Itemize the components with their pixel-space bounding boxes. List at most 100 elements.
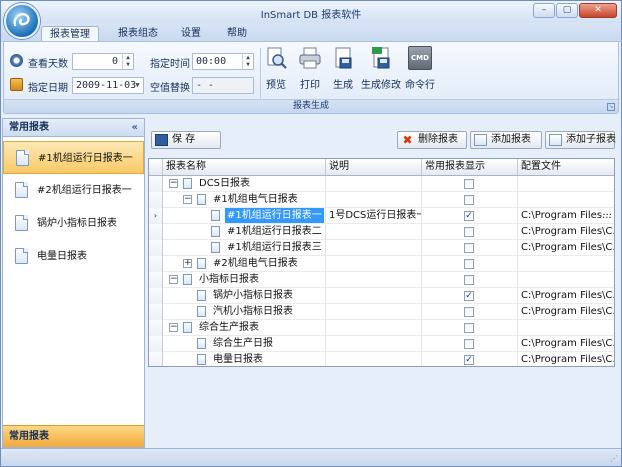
close-button[interactable]: ✕ xyxy=(579,3,617,18)
favorite-checkbox[interactable] xyxy=(464,339,474,349)
cell-config-file[interactable] xyxy=(518,256,614,272)
favorite-checkbox[interactable] xyxy=(464,195,474,205)
table-row[interactable]: #1机组运行日报表二 C:\Program Files\C... xyxy=(149,224,614,240)
tab-help[interactable]: 帮助 xyxy=(219,26,255,42)
app-logo-icon[interactable] xyxy=(4,3,40,39)
cell-description[interactable]: 1号DCS运行日报表一 xyxy=(326,208,422,224)
favorite-checkbox[interactable] xyxy=(464,259,474,269)
collapse-node-icon[interactable]: − xyxy=(183,195,192,204)
tab-report-config[interactable]: 报表组态 xyxy=(109,26,167,42)
cell-report-name[interactable]: 电量日报表 xyxy=(163,352,326,366)
collapse-icon[interactable]: « xyxy=(132,119,138,136)
table-row[interactable]: − DCS日报表 xyxy=(149,176,614,192)
cell-description[interactable] xyxy=(326,224,422,240)
table-row[interactable]: 综合生产日报 C:\Program Files\C... xyxy=(149,336,614,352)
delete-report-button[interactable]: ✖ 删除报表 xyxy=(397,131,467,149)
row-header[interactable] xyxy=(149,256,163,272)
favorite-checkbox[interactable]: ✓ xyxy=(464,211,474,221)
row-header[interactable] xyxy=(149,224,163,240)
tab-settings[interactable]: 设置 xyxy=(173,26,209,42)
query-days-stepper[interactable]: 0 ▲ ▼ xyxy=(72,53,134,70)
add-child-report-button[interactable]: 添加子报表 xyxy=(545,131,616,149)
favorite-item-3[interactable]: 锅炉小指标日报表 xyxy=(3,207,144,240)
collapse-node-icon[interactable]: − xyxy=(169,323,178,332)
row-header[interactable] xyxy=(149,288,163,304)
minimize-button[interactable]: – xyxy=(533,3,555,18)
column-header-favorite[interactable]: 常用报表显示 xyxy=(422,159,518,175)
cell-description[interactable] xyxy=(326,336,422,352)
cell-config-file[interactable]: C:\Program Files\C... xyxy=(518,288,614,304)
row-header[interactable] xyxy=(149,272,163,288)
row-header[interactable] xyxy=(149,240,163,256)
row-header[interactable] xyxy=(149,304,163,320)
spin-arrows-icon[interactable]: ▲ ▼ xyxy=(242,54,253,69)
print-button[interactable]: 打印 xyxy=(297,46,323,98)
cell-config-file[interactable] xyxy=(518,320,614,336)
table-row[interactable]: 锅炉小指标日报表 ✓ C:\Program Files\C... xyxy=(149,288,614,304)
resize-grip-icon[interactable]: ⋰ xyxy=(608,454,618,464)
table-row[interactable]: + #2机组电气日报表 xyxy=(149,256,614,272)
cell-report-name[interactable]: − #1机组电气日报表 xyxy=(163,192,326,208)
browse-ellipsis-button[interactable]: ··· xyxy=(602,208,612,223)
column-header-config[interactable]: 配置文件 xyxy=(518,159,614,175)
cell-config-file[interactable]: C:\Program Files\C... xyxy=(518,352,614,366)
cell-report-name[interactable]: #1机组运行日报表一 xyxy=(163,208,326,224)
save-button[interactable]: 保 存 xyxy=(151,131,221,149)
favorite-checkbox[interactable] xyxy=(464,275,474,285)
cell-report-name[interactable]: #1机组运行日报表三 xyxy=(163,240,326,256)
table-row[interactable]: 汽机小指标日报表 C:\Program Files\C... xyxy=(149,304,614,320)
collapse-node-icon[interactable]: − xyxy=(169,275,178,284)
cell-config-file[interactable]: C:\Program Files... ··· xyxy=(518,208,614,224)
favorite-checkbox[interactable] xyxy=(464,307,474,317)
favorite-item-2[interactable]: #2机组运行日报表一 xyxy=(3,174,144,207)
chevron-down-icon[interactable]: ▼ xyxy=(132,78,143,93)
time-stepper[interactable]: 00:00 ▲ ▼ xyxy=(192,53,254,70)
cell-report-name[interactable]: 汽机小指标日报表 xyxy=(163,304,326,320)
favorite-item-4[interactable]: 电量日报表 xyxy=(3,240,144,273)
table-row[interactable]: › #1机组运行日报表一 1号DCS运行日报表一 ✓ C:\Program Files.… xyxy=(149,208,614,224)
favorite-checkbox[interactable] xyxy=(464,243,474,253)
command-line-button[interactable]: CMD 命令行 xyxy=(404,46,436,98)
cell-description[interactable] xyxy=(326,288,422,304)
row-header[interactable] xyxy=(149,176,163,192)
favorite-checkbox[interactable] xyxy=(464,323,474,333)
table-row[interactable]: 电量日报表 ✓ C:\Program Files\C... xyxy=(149,352,614,366)
cell-description[interactable] xyxy=(326,304,422,320)
spin-arrows-icon[interactable]: ▲ ▼ xyxy=(122,54,133,69)
cell-report-name[interactable]: − 综合生产报表 xyxy=(163,320,326,336)
cell-description[interactable] xyxy=(326,256,422,272)
favorite-checkbox[interactable]: ✓ xyxy=(464,355,474,365)
cell-config-file[interactable]: C:\Program Files\C... xyxy=(518,224,614,240)
table-row[interactable]: − #1机组电气日报表 xyxy=(149,192,614,208)
cell-report-name[interactable]: − 小指标日报表 xyxy=(163,272,326,288)
cell-config-file[interactable] xyxy=(518,192,614,208)
cell-description[interactable] xyxy=(326,192,422,208)
row-header[interactable] xyxy=(149,192,163,208)
table-row[interactable]: − 综合生产报表 xyxy=(149,320,614,336)
cell-config-file[interactable]: C:\Program Files\C... xyxy=(518,336,614,352)
add-report-button[interactable]: 添加报表 xyxy=(470,131,542,149)
date-picker[interactable]: 2009-11-03 ▼ xyxy=(72,77,144,94)
cell-report-name[interactable]: 综合生产日报 xyxy=(163,336,326,352)
cell-report-name[interactable]: #1机组运行日报表二 xyxy=(163,224,326,240)
cell-config-file[interactable]: C:\Program Files\C... xyxy=(518,304,614,320)
expand-node-icon[interactable]: + xyxy=(183,259,192,268)
maximize-button[interactable]: ▢ xyxy=(556,3,578,18)
cell-report-name[interactable]: + #2机组电气日报表 xyxy=(163,256,326,272)
collapse-node-icon[interactable]: − xyxy=(169,179,178,188)
cell-report-name[interactable]: 锅炉小指标日报表 xyxy=(163,288,326,304)
cell-description[interactable] xyxy=(326,240,422,256)
table-row[interactable]: − 小指标日报表 xyxy=(149,272,614,288)
generate-button[interactable]: 生成 xyxy=(330,46,356,98)
favorite-checkbox[interactable]: ✓ xyxy=(464,291,474,301)
row-header[interactable] xyxy=(149,336,163,352)
column-header-name[interactable]: 报表名称 xyxy=(163,159,326,175)
cell-description[interactable] xyxy=(326,320,422,336)
favorite-checkbox[interactable] xyxy=(464,179,474,189)
favorite-checkbox[interactable] xyxy=(464,227,474,237)
row-header[interactable]: › xyxy=(149,208,163,224)
dialog-launcher-icon[interactable]: ↘ xyxy=(607,103,615,111)
cell-description[interactable] xyxy=(326,176,422,192)
cell-description[interactable] xyxy=(326,352,422,366)
cell-config-file[interactable] xyxy=(518,272,614,288)
